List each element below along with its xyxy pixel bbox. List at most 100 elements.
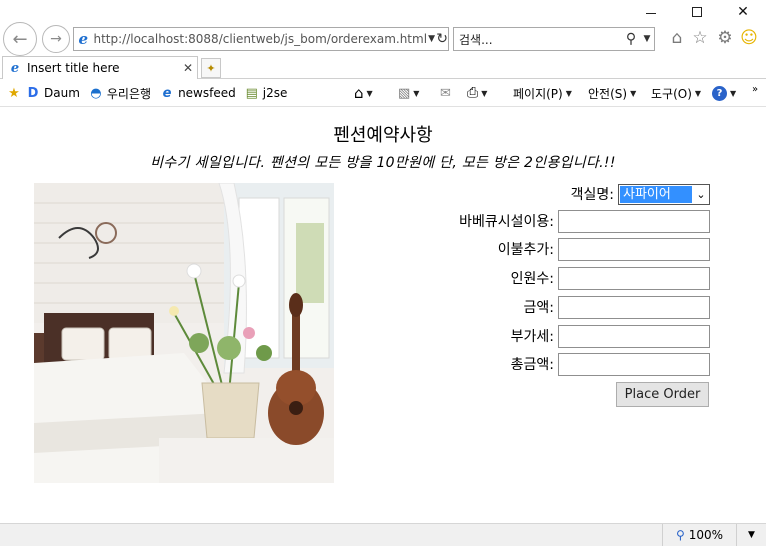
- zoom-icon: ⚲: [675, 528, 685, 542]
- home-icon: ⌂: [354, 84, 364, 102]
- daum-icon: D: [27, 85, 39, 101]
- back-button[interactable]: ←: [3, 22, 37, 56]
- people-input[interactable]: [558, 266, 710, 290]
- back-arrow-icon: ←: [12, 28, 28, 50]
- fav-label: j2se: [262, 86, 288, 100]
- toolbar-overflow-icon[interactable]: »: [752, 79, 758, 99]
- blanket-input[interactable]: [558, 237, 710, 261]
- page-title: 펜션예약사항: [333, 125, 433, 146]
- search-box[interactable]: 검색... ⚲ ▼: [453, 27, 655, 51]
- forward-arrow-icon: →: [50, 31, 62, 47]
- search-dropdown-icon[interactable]: ▼: [640, 34, 654, 44]
- woori-icon: ◓: [90, 85, 102, 101]
- zoom-dropdown[interactable]: ▼: [736, 524, 766, 546]
- chevron-down-icon: ▼: [413, 88, 420, 98]
- room-select[interactable]: 사파이어 ⌄: [618, 183, 710, 205]
- help-icon: ?: [712, 85, 727, 101]
- ie-tab-icon: e: [10, 60, 20, 76]
- refresh-icon[interactable]: ↻: [436, 31, 448, 47]
- new-tab-icon: ✦: [206, 61, 216, 75]
- blanket-label: 이불추가:: [497, 242, 554, 258]
- bbq-row: 바베큐시설이용:: [380, 209, 710, 233]
- total-input[interactable]: [558, 352, 710, 376]
- vat-label: 부가세:: [510, 329, 554, 345]
- zoom-level: 100%: [688, 528, 724, 542]
- search-input[interactable]: 검색...: [459, 31, 622, 48]
- address-url[interactable]: http://localhost:8088/clientweb/js_bom/o…: [93, 32, 427, 46]
- tools-menu[interactable]: 도구(O) ▼: [651, 83, 701, 103]
- bbq-label: 바베큐시설이용:: [459, 214, 554, 230]
- smiley-icon[interactable]: ☺: [738, 27, 760, 49]
- tab-active[interactable]: e Insert title here ✕: [2, 56, 198, 79]
- tools-menu-label: 도구(O): [651, 86, 692, 101]
- ie-page-icon: e: [78, 30, 89, 48]
- bbq-input[interactable]: [558, 209, 710, 233]
- print-command[interactable]: ⎙ ▼: [467, 83, 487, 103]
- total-label: 총금액:: [510, 357, 554, 373]
- amount-input[interactable]: [558, 295, 710, 319]
- fav-label: Daum: [44, 86, 80, 100]
- chevron-down-icon: ▼: [694, 88, 702, 98]
- room-photo: [34, 183, 334, 483]
- star-icon[interactable]: ☆: [689, 27, 711, 49]
- safety-menu[interactable]: 안전(S) ▼: [588, 83, 636, 103]
- page-menu-label: 페이지(P): [513, 86, 563, 101]
- navigation-bar: ← → e http://localhost:8088/clientweb/js…: [0, 20, 766, 56]
- vat-row: 부가세:: [380, 324, 710, 348]
- address-bar[interactable]: e http://localhost:8088/clientweb/js_bom…: [73, 27, 449, 51]
- maximize-icon: [692, 7, 702, 17]
- mail-icon: ✉: [440, 85, 451, 101]
- people-label: 인원수:: [510, 271, 554, 287]
- room-row: 객실명: 사파이어 ⌄: [380, 182, 710, 206]
- feeds-command[interactable]: ▧ ▼: [398, 83, 419, 103]
- tab-bar: e Insert title here ✕ ✦: [0, 56, 766, 79]
- chevron-down-icon: ▼: [748, 530, 755, 540]
- chevron-down-icon: ⌄: [696, 187, 706, 201]
- tab-title: Insert title here: [27, 61, 120, 75]
- fav-newsfeed[interactable]: e newsfeed: [159, 85, 236, 101]
- help-menu[interactable]: ? ▼: [712, 83, 736, 103]
- ie-fav-icon: e: [162, 85, 172, 101]
- chevron-down-icon: ▼: [730, 88, 737, 98]
- minimize-icon: [646, 12, 656, 14]
- page-subtitle: 비수기 세일입니다. 펜션의 모든 방을 10만원에 단, 모든 방은 2인용입…: [150, 155, 616, 171]
- room-label: 객실명:: [570, 187, 614, 203]
- fav-label: newsfeed: [178, 86, 236, 100]
- zoom-control[interactable]: ⚲ 100%: [662, 524, 736, 546]
- amount-row: 금액:: [380, 295, 710, 319]
- page-menu[interactable]: 페이지(P) ▼: [513, 83, 572, 103]
- tab-close-icon[interactable]: ✕: [181, 61, 195, 75]
- fav-woori[interactable]: ◓ 우리은행: [88, 85, 151, 102]
- page-fav-icon: ▤: [245, 85, 258, 101]
- favorites-star-icon[interactable]: ★: [6, 85, 22, 101]
- chevron-down-icon: ▼: [481, 88, 488, 98]
- people-row: 인원수:: [380, 266, 710, 290]
- total-row: 총금액:: [380, 352, 710, 376]
- rss-icon: ▧: [398, 85, 411, 101]
- safety-menu-label: 안전(S): [588, 86, 628, 101]
- chevron-down-icon: ▼: [366, 88, 373, 98]
- search-icon[interactable]: ⚲: [622, 31, 640, 47]
- fav-j2se[interactable]: ▤ j2se: [244, 85, 288, 101]
- room-select-value: 사파이어: [620, 185, 692, 203]
- room-photo-image: [34, 183, 334, 483]
- chevron-down-icon: ▼: [630, 88, 637, 98]
- mail-command[interactable]: ✉: [440, 83, 451, 103]
- address-dropdown-icon[interactable]: ▼: [427, 34, 436, 44]
- home-icon[interactable]: ⌂: [666, 27, 688, 49]
- home-command[interactable]: ⌂ ▼: [354, 83, 373, 103]
- forward-button[interactable]: →: [42, 25, 70, 53]
- page-content: 펜션예약사항 비수기 세일입니다. 펜션의 모든 방을 10만원에 단, 모든 …: [0, 108, 766, 523]
- fav-daum[interactable]: D Daum: [25, 85, 80, 101]
- place-order-button[interactable]: Place Order: [616, 382, 709, 407]
- chevron-down-icon: ▼: [565, 88, 572, 98]
- vat-input[interactable]: [558, 324, 710, 348]
- new-tab-button[interactable]: ✦: [201, 58, 221, 78]
- status-bar: ⚲ 100% ▼: [0, 523, 766, 546]
- amount-label: 금액:: [523, 300, 554, 316]
- fav-label: 우리은행: [106, 86, 152, 101]
- gear-icon[interactable]: ⚙: [714, 27, 736, 49]
- printer-icon: ⎙: [467, 85, 479, 101]
- close-icon: ✕: [737, 4, 749, 20]
- blanket-row: 이불추가:: [380, 237, 710, 261]
